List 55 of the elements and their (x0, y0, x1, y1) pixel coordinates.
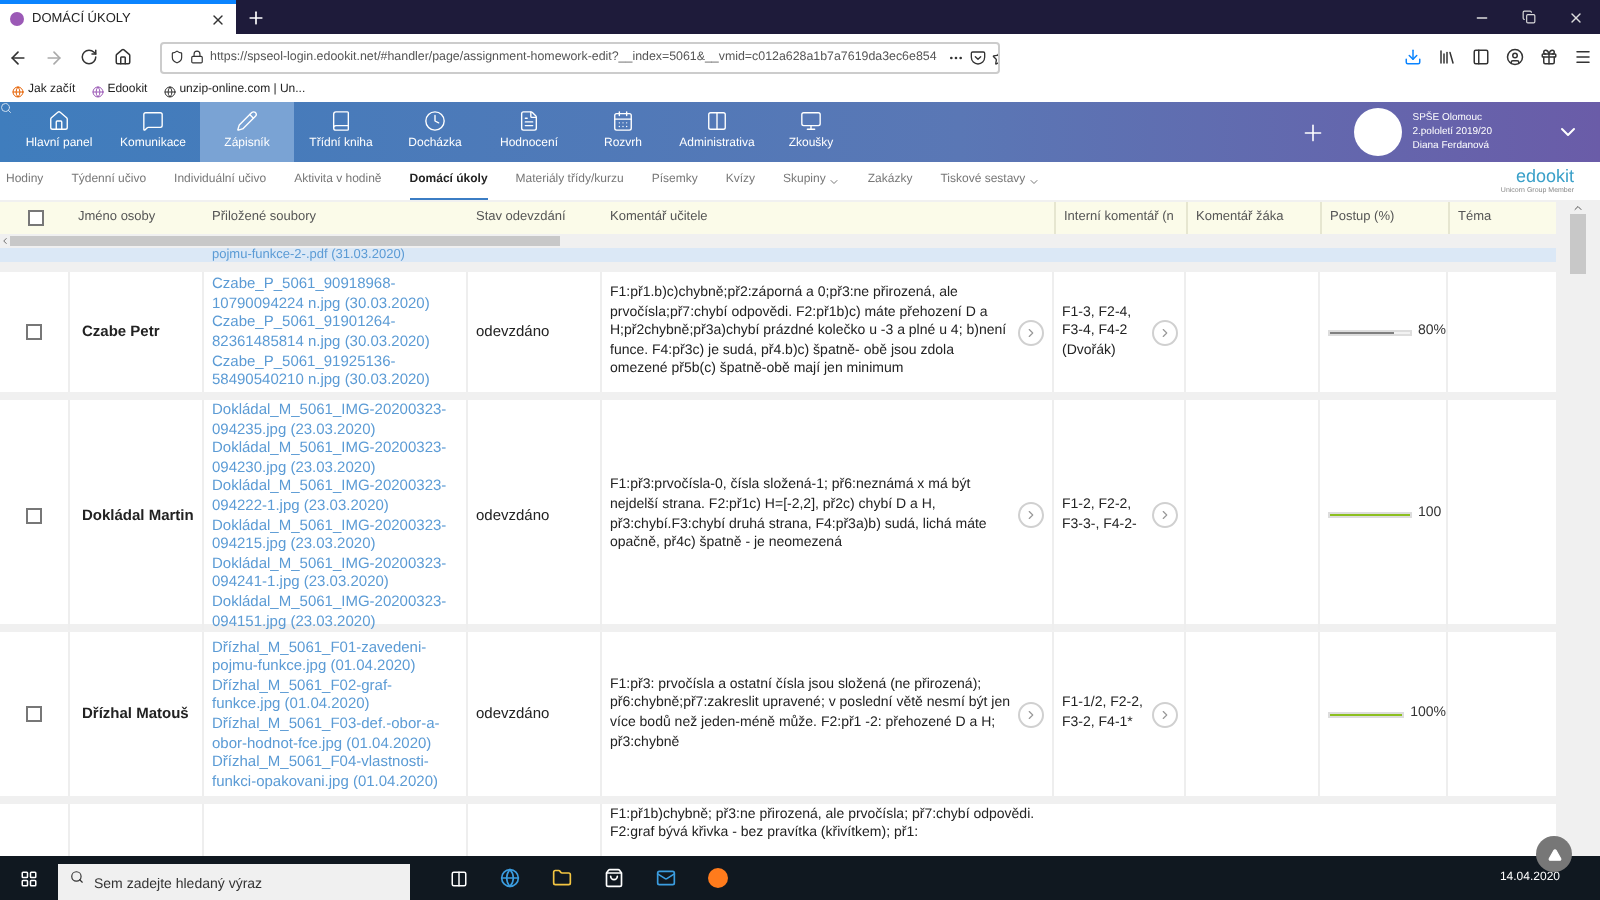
pencil-icon[interactable] (236, 110, 258, 132)
triangle-icon[interactable] (1547, 847, 1561, 861)
scroll-left-icon[interactable] (0, 236, 10, 246)
chat-icon[interactable] (142, 110, 164, 132)
reload-icon[interactable] (80, 48, 98, 66)
close-icon[interactable] (210, 11, 226, 27)
store-icon[interactable] (604, 868, 624, 888)
library-icon[interactable] (1438, 48, 1456, 66)
search-icon[interactable] (0, 102, 12, 114)
scroll-up-icon[interactable] (1572, 202, 1584, 214)
calendar-icon[interactable] (612, 110, 634, 132)
back-icon[interactable] (8, 47, 28, 67)
chevron-icon[interactable] (1158, 325, 1172, 339)
chevron-icon[interactable] (1024, 508, 1038, 523)
menu-icon[interactable] (1574, 48, 1592, 66)
home-icon[interactable] (114, 48, 132, 66)
row-checkbox[interactable] (26, 507, 42, 524)
mail-icon[interactable] (656, 868, 676, 888)
chevron-icon[interactable] (1158, 508, 1172, 523)
firefox-icon[interactable] (708, 868, 728, 888)
shield-icon (170, 50, 184, 64)
columns-icon[interactable] (706, 110, 728, 132)
account-icon[interactable] (1506, 48, 1524, 66)
sidebar-icon[interactable] (1472, 48, 1490, 66)
globe-icon (91, 85, 104, 97)
search-icon (70, 870, 84, 884)
browser-icon[interactable] (500, 868, 520, 888)
document-icon[interactable] (518, 110, 540, 132)
chevron-icon[interactable] (1024, 707, 1038, 721)
folder-icon[interactable] (552, 868, 572, 888)
pocket-icon[interactable] (970, 49, 987, 65)
row-checkbox[interactable] (26, 324, 42, 340)
close-window-icon[interactable] (1568, 9, 1584, 25)
globe-icon (12, 85, 24, 97)
monitor-icon[interactable] (800, 110, 822, 132)
start-icon[interactable] (20, 869, 38, 887)
add-icon[interactable] (1300, 119, 1327, 145)
new-tab-icon[interactable] (246, 7, 266, 27)
gift-icon[interactable] (1540, 48, 1558, 66)
book-icon[interactable] (330, 110, 352, 132)
lock-icon (190, 50, 204, 64)
vertical-scrollbar[interactable] (1570, 214, 1586, 274)
download-icon[interactable] (1404, 48, 1422, 66)
clock-icon[interactable] (424, 110, 446, 132)
chevron-icon[interactable] (1158, 707, 1172, 721)
edookit-favicon-icon (10, 12, 24, 26)
select-all-checkbox[interactable] (27, 210, 43, 226)
forward-icon[interactable] (44, 47, 64, 67)
globe-icon (163, 85, 176, 97)
restore-icon[interactable] (1522, 10, 1536, 24)
school-logo-icon (1354, 108, 1403, 156)
row-checkbox[interactable] (26, 706, 42, 722)
chevron-icon[interactable] (1024, 325, 1038, 339)
edookit-logo: edookit (1515, 168, 1574, 186)
task-view-icon[interactable] (450, 869, 468, 887)
